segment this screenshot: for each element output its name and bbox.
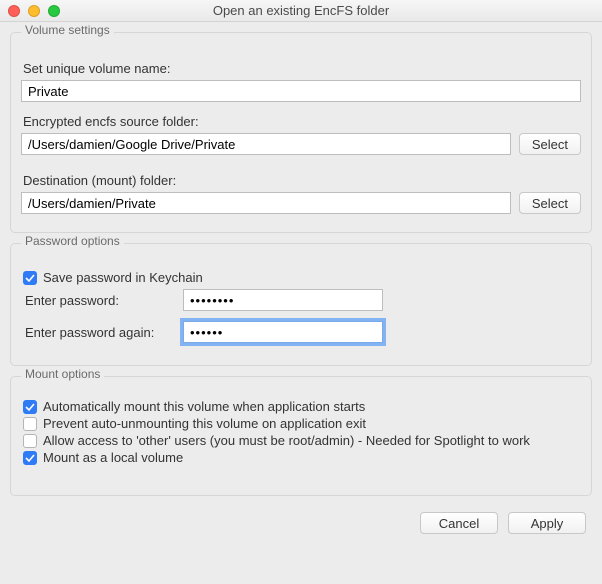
allow-other-checkbox[interactable] (23, 434, 37, 448)
dest-folder-input[interactable] (21, 192, 511, 214)
volume-settings-label: Volume settings (21, 23, 114, 37)
enter-password-again-label: Enter password again: (25, 325, 175, 340)
local-volume-label: Mount as a local volume (43, 450, 183, 465)
source-folder-input[interactable] (21, 133, 511, 155)
volume-name-input[interactable] (21, 80, 581, 102)
enter-password-again-input[interactable] (183, 321, 383, 343)
titlebar: Open an existing EncFS folder (0, 0, 602, 22)
volume-name-label: Set unique volume name: (23, 61, 581, 76)
auto-mount-label: Automatically mount this volume when app… (43, 399, 365, 414)
close-icon[interactable] (8, 5, 20, 17)
auto-mount-checkbox[interactable] (23, 400, 37, 414)
minimize-icon[interactable] (28, 5, 40, 17)
window-title: Open an existing EncFS folder (0, 3, 602, 18)
source-folder-label: Encrypted encfs source folder: (23, 114, 581, 129)
allow-other-label: Allow access to 'other' users (you must … (43, 433, 530, 448)
prevent-unmount-checkbox[interactable] (23, 417, 37, 431)
enter-password-input[interactable] (183, 289, 383, 311)
dest-select-button[interactable]: Select (519, 192, 581, 214)
traffic-lights (0, 5, 60, 17)
prevent-unmount-label: Prevent auto-unmounting this volume on a… (43, 416, 366, 431)
password-options-label: Password options (21, 234, 124, 248)
enter-password-label: Enter password: (25, 293, 175, 308)
zoom-icon[interactable] (48, 5, 60, 17)
mount-options-group: Mount options Automatically mount this v… (10, 376, 592, 496)
check-icon (25, 453, 35, 463)
check-icon (25, 273, 35, 283)
mount-options-label: Mount options (21, 367, 104, 381)
dest-folder-label: Destination (mount) folder: (23, 173, 581, 188)
source-select-button[interactable]: Select (519, 133, 581, 155)
check-icon (25, 402, 35, 412)
apply-button[interactable]: Apply (508, 512, 586, 534)
cancel-button[interactable]: Cancel (420, 512, 498, 534)
volume-settings-group: Volume settings Set unique volume name: … (10, 32, 592, 233)
save-keychain-label: Save password in Keychain (43, 270, 203, 285)
local-volume-checkbox[interactable] (23, 451, 37, 465)
save-keychain-checkbox[interactable] (23, 271, 37, 285)
dialog-footer: Cancel Apply (0, 496, 602, 534)
password-options-group: Password options Save password in Keycha… (10, 243, 592, 366)
